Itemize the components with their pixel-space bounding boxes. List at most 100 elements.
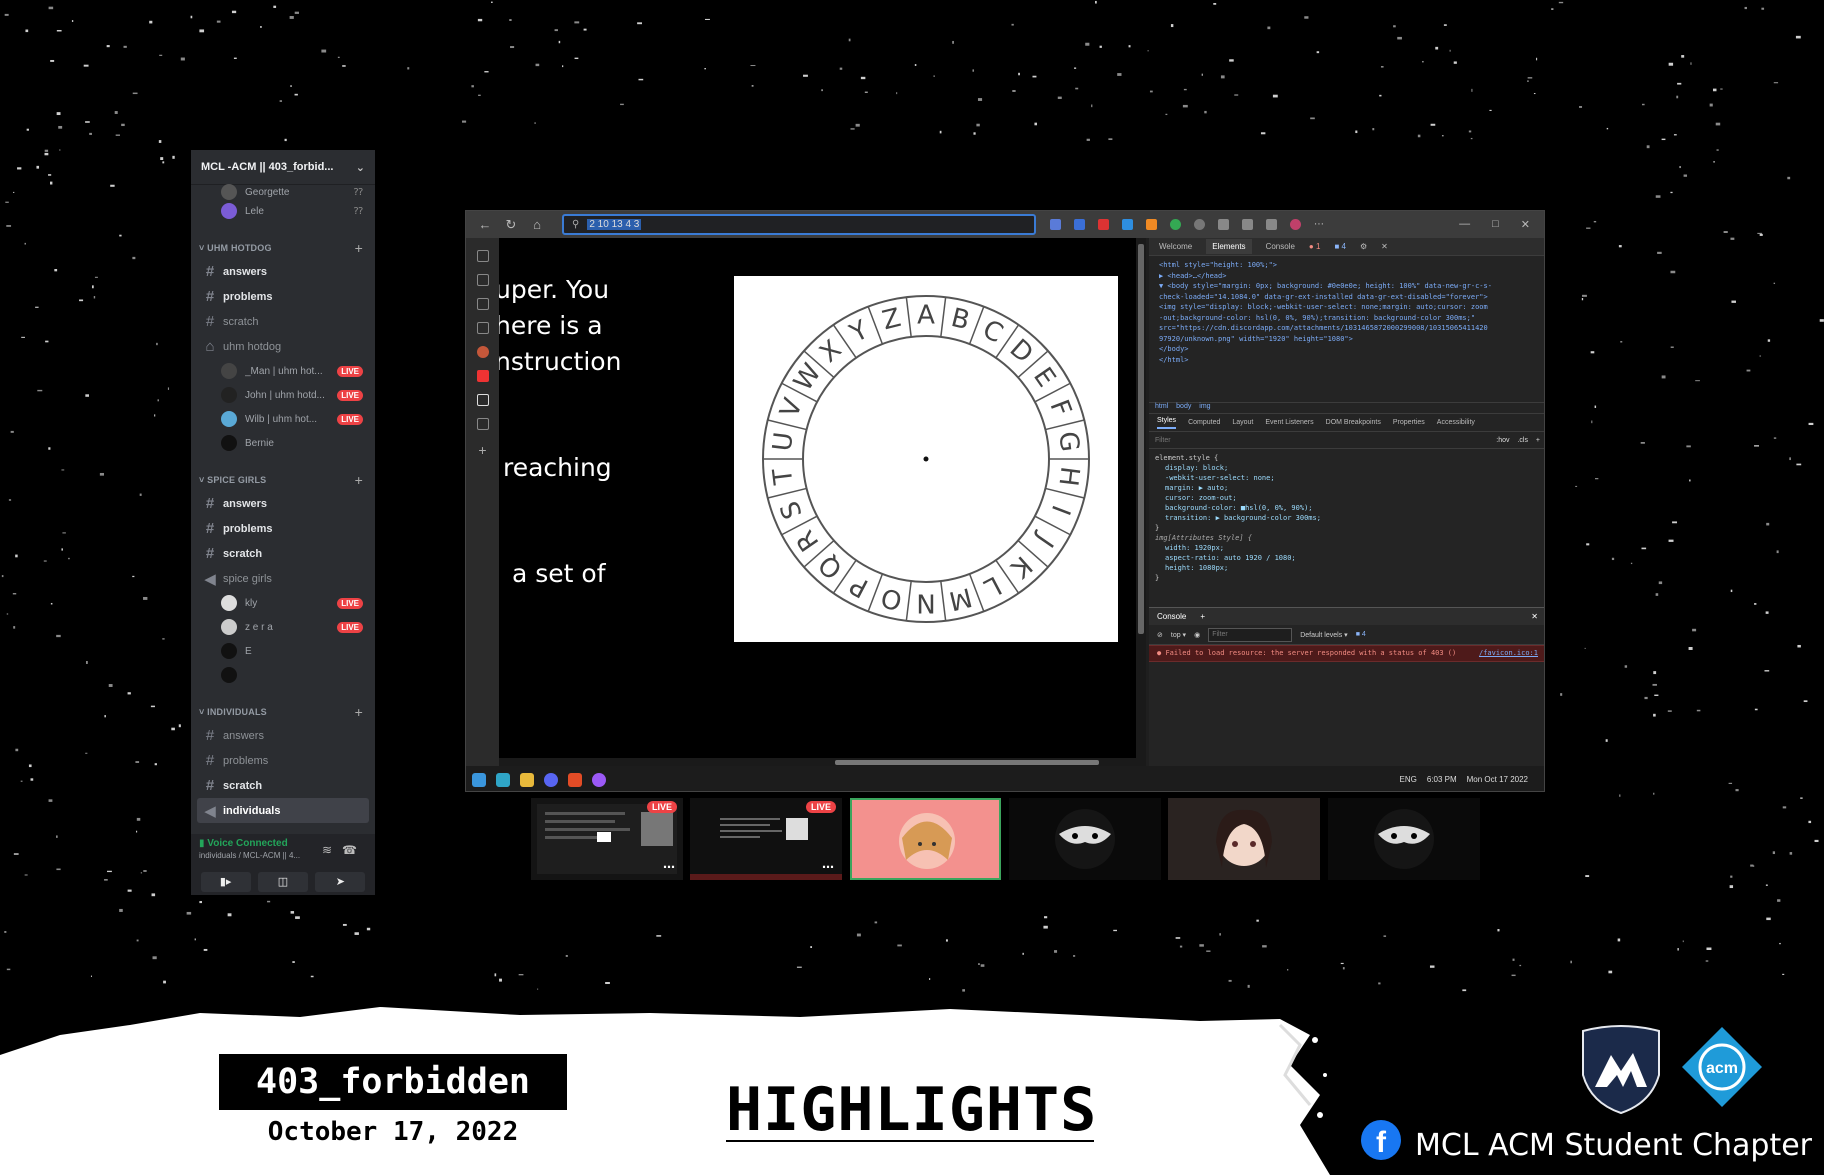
tab-icon[interactable] bbox=[476, 250, 489, 262]
tab-console[interactable]: Console bbox=[1266, 242, 1295, 251]
voice-user[interactable] bbox=[191, 663, 375, 687]
disconnect-icon[interactable]: ≋☎ bbox=[322, 843, 367, 857]
channel-problems[interactable]: # problems bbox=[197, 284, 369, 309]
error-count-badge[interactable]: ● 1 bbox=[1309, 242, 1321, 251]
voice-user[interactable]: Wilb | uhm hot... LIVE bbox=[191, 407, 375, 431]
category-header[interactable]: ˅ UHM HOTDOG + bbox=[191, 237, 375, 259]
add-channel-icon[interactable]: + bbox=[355, 704, 363, 720]
extension-icon[interactable] bbox=[1050, 219, 1061, 230]
new-tab-icon[interactable]: + bbox=[466, 442, 499, 458]
extension-icon[interactable] bbox=[1194, 219, 1205, 230]
category-header[interactable]: ˅ INDIVIDUALS + bbox=[191, 701, 375, 723]
voice-user[interactable]: Lele ⁇ bbox=[191, 199, 375, 223]
context-select[interactable]: top ▾ bbox=[1171, 631, 1186, 639]
gear-icon[interactable]: ⚙ bbox=[1360, 242, 1367, 251]
style-tools[interactable]: :hov .cls + bbox=[1496, 437, 1540, 444]
category-header[interactable]: ˅ SPICE GIRLS + bbox=[191, 469, 375, 491]
voice-user[interactable]: Bernie bbox=[191, 431, 375, 455]
styles-subtab[interactable]: Computed bbox=[1188, 419, 1220, 426]
participant-tile[interactable] bbox=[850, 798, 1001, 880]
styles-subtab[interactable]: Properties bbox=[1393, 419, 1425, 426]
css-property[interactable]: width: 1920px; bbox=[1155, 543, 1540, 553]
profile-icon[interactable] bbox=[1290, 219, 1301, 230]
extension-icon[interactable] bbox=[1122, 219, 1133, 230]
channel-scratch[interactable]: # scratch bbox=[197, 773, 369, 798]
favorites-icon[interactable] bbox=[1242, 219, 1253, 230]
dom-node[interactable]: ▼ <body style="margin: 0px; background: … bbox=[1159, 281, 1536, 292]
channel-answers[interactable]: # answers bbox=[197, 723, 369, 748]
error-source-link[interactable]: /favicon.ico:1 bbox=[1479, 649, 1538, 658]
tab-icon[interactable] bbox=[476, 298, 489, 310]
levels-select[interactable]: Default levels ▾ bbox=[1300, 631, 1348, 639]
tab-welcome[interactable]: Welcome bbox=[1159, 242, 1192, 251]
css-property[interactable]: margin: ▶ auto; bbox=[1155, 483, 1540, 493]
css-property[interactable]: height: 1080px; bbox=[1155, 563, 1540, 573]
css-property[interactable]: -webkit-user-select: none; bbox=[1155, 473, 1540, 483]
activity-button[interactable]: ➤ bbox=[315, 871, 366, 892]
home-icon[interactable]: ⌂ bbox=[524, 217, 550, 232]
channel-answers[interactable]: # answers bbox=[197, 491, 369, 516]
start-icon[interactable] bbox=[472, 772, 486, 787]
tray-date[interactable]: Mon Oct 17 2022 bbox=[1467, 775, 1528, 784]
stream-tile[interactable]: LIVE ⋯ bbox=[690, 798, 842, 880]
channel-problems[interactable]: # problems bbox=[197, 516, 369, 541]
channel-scratch[interactable]: # scratch bbox=[197, 309, 369, 334]
styles-subtab[interactable]: Styles bbox=[1157, 417, 1177, 429]
eye-icon[interactable]: ◉ bbox=[1194, 631, 1200, 639]
styles-subtab[interactable]: Layout bbox=[1232, 419, 1253, 426]
minimize-icon[interactable]: — bbox=[1459, 218, 1470, 231]
taskbar-app-icon[interactable] bbox=[496, 772, 510, 787]
channel-scratch[interactable]: # scratch bbox=[197, 541, 369, 566]
tray-lang[interactable]: ENG bbox=[1399, 775, 1416, 784]
css-property[interactable]: display: block; bbox=[1155, 463, 1540, 473]
participant-tile[interactable] bbox=[1168, 798, 1320, 880]
styles-subtab[interactable]: Event Listeners bbox=[1265, 419, 1313, 426]
participant-tile[interactable] bbox=[1009, 798, 1161, 880]
reload-icon[interactable]: ↻ bbox=[498, 217, 524, 233]
taskbar-app-icon[interactable] bbox=[568, 772, 582, 787]
dom-node[interactable]: 97920/unknown.png" width="1920" height="… bbox=[1159, 334, 1536, 345]
styles-subtab[interactable]: DOM Breakpoints bbox=[1326, 419, 1381, 426]
dom-node[interactable]: ▶ <head>…</head> bbox=[1159, 271, 1536, 282]
css-property[interactable]: background-color: ■hsl(0, 0%, 90%); bbox=[1155, 503, 1540, 513]
tray-time[interactable]: 6:03 PM bbox=[1427, 775, 1457, 784]
clear-console-icon[interactable]: ⊘ bbox=[1157, 631, 1163, 639]
voice-user[interactable]: z e r a LIVE bbox=[191, 615, 375, 639]
close-icon[interactable]: ✕ bbox=[1381, 242, 1388, 251]
styles-subtab[interactable]: Accessibility bbox=[1437, 419, 1475, 426]
stream-tile[interactable]: LIVE ⋯ bbox=[531, 798, 683, 880]
dom-node[interactable]: </html> bbox=[1159, 355, 1536, 366]
add-icon[interactable]: + bbox=[1200, 612, 1205, 621]
taskbar-app-icon[interactable] bbox=[592, 772, 606, 787]
extension-icon[interactable] bbox=[1170, 219, 1181, 230]
console-filter-input[interactable]: Filter bbox=[1208, 627, 1293, 642]
dom-node[interactable]: <html style="height: 100%;"> bbox=[1159, 260, 1536, 271]
voice-user[interactable]: E bbox=[191, 639, 375, 663]
channel-uhm-hotdog[interactable]: ⌂ uhm hotdog bbox=[197, 334, 369, 359]
more-icon[interactable]: ⋯ bbox=[1314, 219, 1324, 230]
console-tab[interactable]: Console bbox=[1157, 612, 1186, 621]
tab-icon[interactable] bbox=[476, 346, 489, 358]
channel-problems[interactable]: # problems bbox=[197, 748, 369, 773]
participant-tile[interactable] bbox=[1328, 798, 1480, 880]
dom-node[interactable]: <img style="display: block;-webkit-user-… bbox=[1159, 302, 1536, 313]
add-channel-icon[interactable]: + bbox=[355, 472, 363, 488]
voice-user[interactable]: _Man | uhm hot... LIVE bbox=[191, 359, 375, 383]
chapter-name[interactable]: MCL ACM Student Chapter bbox=[1415, 1128, 1812, 1163]
channel-spice-girls[interactable]: ◀ spice girls bbox=[197, 566, 369, 591]
tab-icon[interactable] bbox=[476, 418, 489, 430]
dom-node[interactable]: src="https://cdn.discordapp.com/attachme… bbox=[1159, 323, 1536, 334]
extension-icon[interactable] bbox=[1074, 219, 1085, 230]
file-explorer-icon[interactable] bbox=[520, 772, 534, 787]
info-count-badge[interactable]: ■ 4 bbox=[1334, 242, 1346, 251]
css-property[interactable]: aspect-ratio: auto 1920 / 1080; bbox=[1155, 553, 1540, 563]
camera-button[interactable]: ▮▸ bbox=[200, 871, 251, 892]
maximize-icon[interactable]: □ bbox=[1492, 218, 1499, 231]
collections-icon[interactable] bbox=[1266, 219, 1277, 230]
server-header[interactable]: MCL -ACM || 403_forbid... ⌄ bbox=[191, 150, 375, 185]
close-icon[interactable]: ✕ bbox=[1521, 218, 1530, 231]
dom-node[interactable]: check-loaded="14.1084.0" data-gr-ext-ins… bbox=[1159, 292, 1536, 303]
extension-icon[interactable] bbox=[1146, 219, 1157, 230]
tab-icon[interactable] bbox=[476, 274, 489, 286]
dom-node[interactable]: </body> bbox=[1159, 344, 1536, 355]
